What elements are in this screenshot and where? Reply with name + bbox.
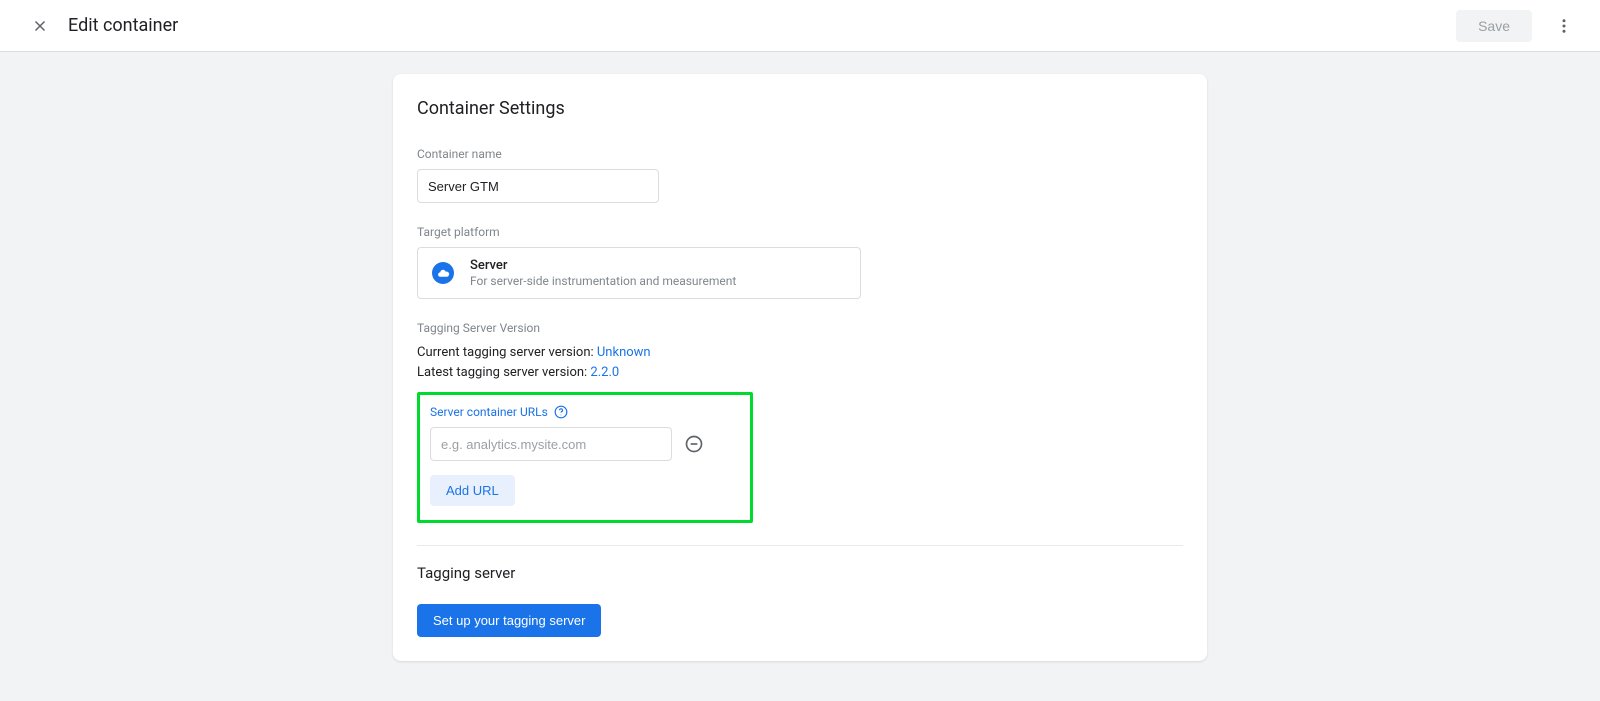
latest-version-link[interactable]: 2.2.0 — [590, 365, 619, 380]
target-platform-block: Target platform Server For server-side i… — [417, 225, 1183, 299]
server-urls-highlight: Server container URLs Add URL — [417, 392, 753, 523]
latest-version-line: Latest tagging server version: 2.2.0 — [417, 363, 1183, 383]
help-icon[interactable] — [554, 405, 568, 419]
dialog-title: Edit container — [68, 15, 178, 36]
container-name-label: Container name — [417, 147, 1183, 161]
overflow-menu-button[interactable] — [1544, 6, 1584, 46]
dialog-header: Edit container Save — [0, 0, 1600, 52]
platform-subtitle: For server-side instrumentation and meas… — [470, 274, 736, 288]
platform-title: Server — [470, 258, 736, 273]
tagging-version-label: Tagging Server Version — [417, 321, 1183, 335]
add-url-button[interactable]: Add URL — [430, 475, 515, 506]
url-label-row: Server container URLs — [430, 405, 736, 419]
container-name-input[interactable] — [417, 169, 659, 203]
section-divider — [417, 545, 1183, 546]
current-version-link[interactable]: Unknown — [597, 345, 651, 360]
server-url-input[interactable] — [430, 427, 672, 461]
card-heading: Container Settings — [417, 98, 1183, 119]
container-name-block: Container name — [417, 147, 1183, 203]
page-body: Container Settings Container name Target… — [0, 52, 1600, 701]
current-version-line: Current tagging server version: Unknown — [417, 343, 1183, 363]
remove-url-icon[interactable] — [684, 434, 704, 454]
latest-version-text: Latest tagging server version: — [417, 365, 590, 380]
server-cloud-icon — [432, 262, 454, 284]
target-platform-label: Target platform — [417, 225, 1183, 239]
tagging-server-heading: Tagging server — [417, 564, 1183, 582]
close-button[interactable] — [16, 2, 64, 50]
url-input-row — [430, 427, 736, 461]
close-icon — [31, 17, 49, 35]
container-settings-card: Container Settings Container name Target… — [393, 74, 1207, 661]
target-platform-selector[interactable]: Server For server-side instrumentation a… — [417, 247, 861, 299]
current-version-text: Current tagging server version: — [417, 345, 597, 360]
save-button[interactable]: Save — [1456, 10, 1532, 42]
more-vert-icon — [1555, 17, 1573, 35]
server-urls-label: Server container URLs — [430, 405, 548, 419]
tagging-version-block: Tagging Server Version Current tagging s… — [417, 321, 1183, 382]
setup-tagging-server-button[interactable]: Set up your tagging server — [417, 604, 601, 637]
platform-text: Server For server-side instrumentation a… — [470, 258, 736, 288]
